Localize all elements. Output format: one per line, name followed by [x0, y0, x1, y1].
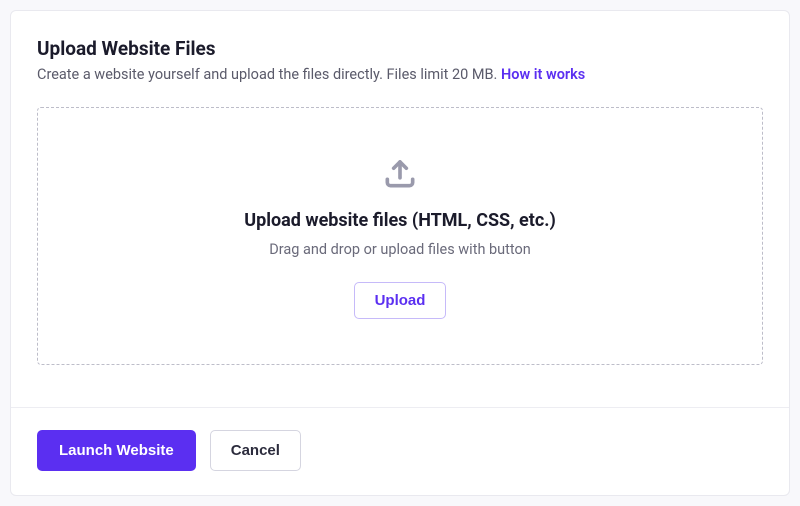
dropzone-title: Upload website files (HTML, CSS, etc.)	[244, 210, 556, 231]
upload-icon	[381, 154, 419, 196]
card-body: Upload Website Files Create a website yo…	[11, 11, 789, 407]
cancel-button[interactable]: Cancel	[210, 430, 301, 471]
how-it-works-link[interactable]: How it works	[501, 66, 585, 83]
card-footer: Launch Website Cancel	[11, 407, 789, 495]
dropzone-hint: Drag and drop or upload files with butto…	[269, 241, 531, 258]
upload-card: Upload Website Files Create a website yo…	[10, 10, 790, 496]
card-title: Upload Website Files	[37, 37, 763, 60]
launch-website-button[interactable]: Launch Website	[37, 430, 196, 471]
card-subtitle: Create a website yourself and upload the…	[37, 66, 763, 83]
upload-button[interactable]: Upload	[354, 282, 447, 319]
subtitle-text: Create a website yourself and upload the…	[37, 66, 501, 83]
file-dropzone[interactable]: Upload website files (HTML, CSS, etc.) D…	[37, 107, 763, 365]
